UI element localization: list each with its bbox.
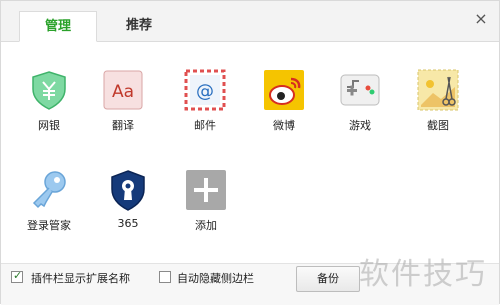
tab-recommend[interactable]: 推荐: [119, 11, 159, 41]
backup-button[interactable]: 备份: [296, 266, 360, 292]
plugin-label: 365: [117, 217, 139, 230]
plugin-manager-panel: 管理 推荐 × 网银 Aa 翻译 @ 邮件 微博 游戏 截图 登录管家 365 …: [0, 0, 500, 305]
plugin-label: 截图: [427, 119, 449, 132]
translate-icon: Aa: [103, 70, 143, 110]
plugin-label: 翻译: [112, 119, 134, 132]
plugin-weibo[interactable]: 微博: [254, 69, 314, 133]
close-icon[interactable]: ×: [473, 11, 489, 27]
keyhole-shield-icon: [111, 170, 145, 211]
plugin-screenshot[interactable]: 截图: [408, 69, 468, 133]
weibo-icon: [264, 70, 304, 110]
plugin-label: 网银: [38, 119, 60, 132]
shield-yen-icon: [32, 71, 66, 110]
plugin-label: 登录管家: [27, 219, 71, 232]
plugin-games[interactable]: 游戏: [330, 69, 390, 133]
plugin-translate[interactable]: Aa 翻译: [93, 69, 153, 133]
gamepad-icon: [340, 74, 380, 106]
key-icon: [32, 171, 66, 209]
add-icon: [186, 170, 226, 210]
plugin-mail[interactable]: @ 邮件: [175, 69, 235, 133]
plugin-login-manager[interactable]: 登录管家: [19, 169, 79, 233]
plugin-label: 游戏: [349, 119, 371, 132]
plugin-label: 微博: [273, 119, 295, 132]
checkmark-icon: ✓: [13, 269, 23, 282]
auto-hide-sidebar-label: 自动隐藏侧边栏: [177, 272, 254, 285]
auto-hide-sidebar-checkbox[interactable]: [159, 271, 171, 283]
tab-bar: 管理 推荐: [1, 1, 499, 42]
svg-text:@: @: [196, 81, 214, 102]
svg-text:Aa: Aa: [112, 82, 134, 102]
plugin-label: 邮件: [194, 119, 216, 132]
plugin-365[interactable]: 365: [98, 169, 158, 230]
show-extension-name-label: 插件栏显示扩展名称: [31, 272, 130, 285]
plugin-label: 添加: [195, 219, 217, 232]
plugin-add[interactable]: 添加: [176, 169, 236, 233]
watermark-text: 软件技巧: [359, 257, 487, 292]
mail-icon: @: [184, 69, 226, 111]
scissors-icon: [417, 69, 459, 111]
show-extension-name-checkbox[interactable]: ✓: [11, 269, 23, 283]
plugin-online-banking[interactable]: 网银: [19, 69, 79, 133]
tab-manage[interactable]: 管理: [19, 11, 97, 42]
